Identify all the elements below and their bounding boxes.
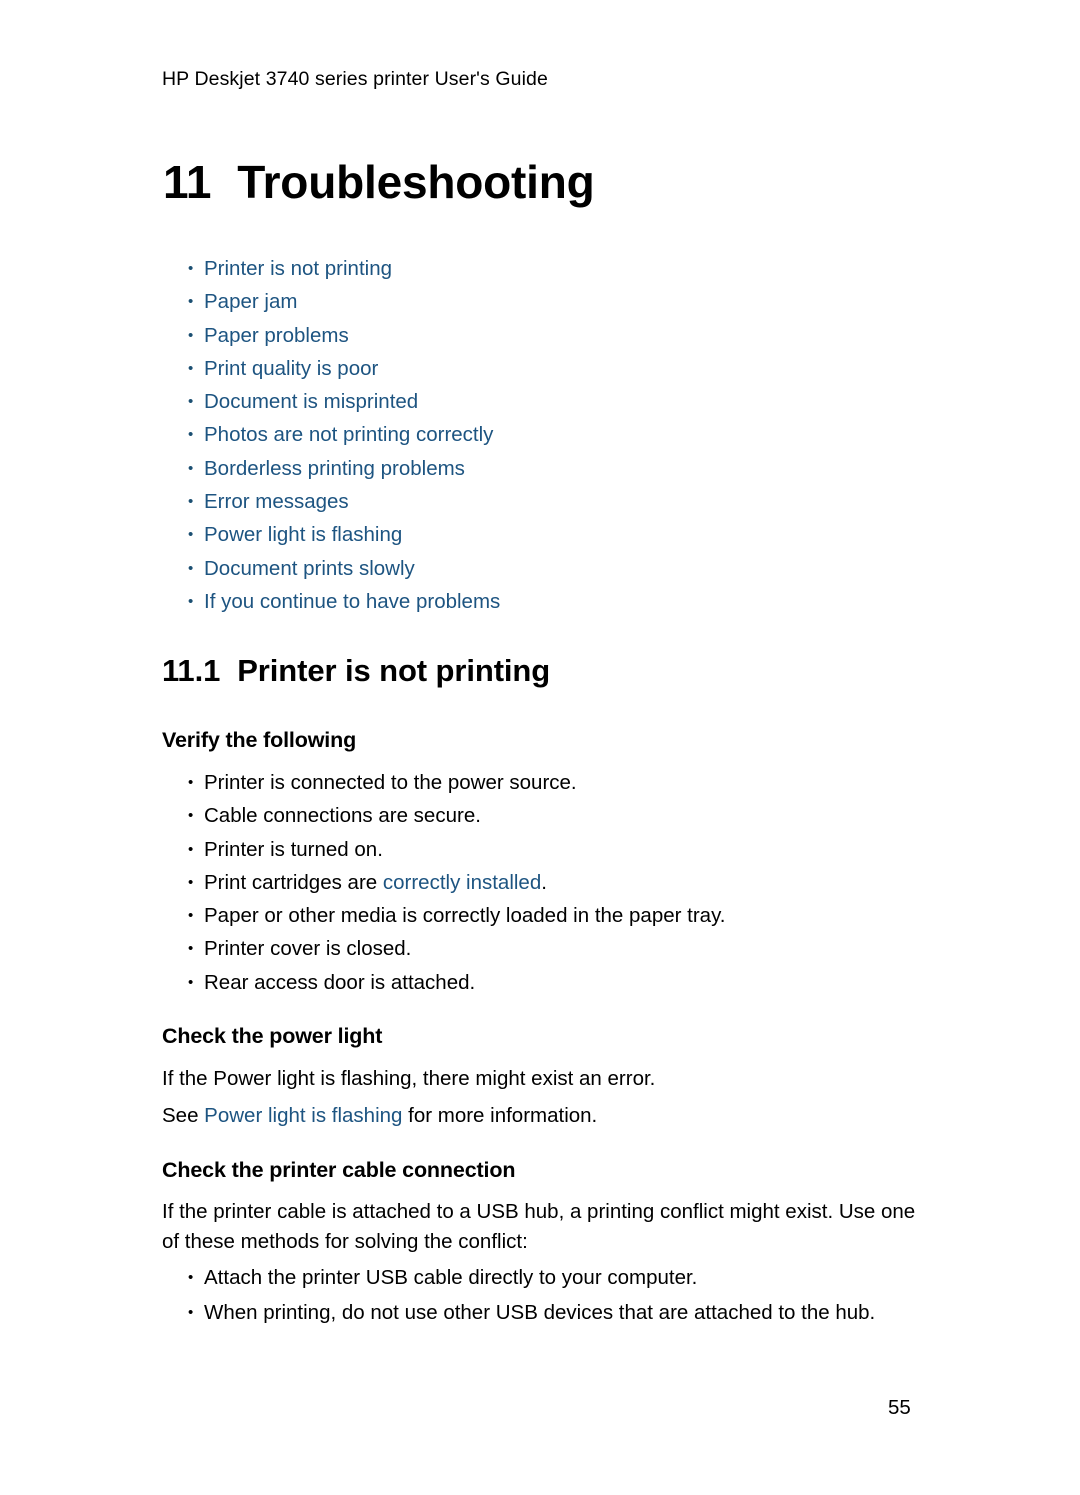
toc-link-document-is-misprinted[interactable]: Document is misprinted [204,390,418,413]
list-item-text: Printer is turned on. [204,837,383,861]
list-item[interactable]: Borderless printing problems [188,452,500,486]
document-page: HP Deskjet 3740 series printer User's Gu… [0,0,1080,1495]
inline-link-power-light-is-flashing[interactable]: Power light is flashing [204,1104,402,1127]
subheading-check-the-power-light: Check the power light [162,1024,383,1048]
toc-link-printer-is-not-printing[interactable]: Printer is not printing [204,257,392,280]
subheading-check-the-printer-cable-connection: Check the printer cable connection [162,1158,516,1182]
list-item-text: Attach the printer USB cable directly to… [204,1266,698,1289]
list-item-text: Cable connections are secure. [204,804,481,828]
cable-conflict-methods-list: Attach the printer USB cable directly to… [188,1260,875,1330]
toc-link-print-quality-is-poor[interactable]: Print quality is poor [204,357,378,380]
toc-link-if-you-continue-to-have-problems[interactable]: If you continue to have problems [204,590,500,613]
page-number: 55 [888,1396,911,1419]
list-item[interactable]: Document prints slowly [188,552,500,586]
list-item[interactable]: Print quality is poor [188,352,500,386]
subheading-verify-the-following: Verify the following [162,728,357,752]
chapter-title-text: Troubleshooting [237,156,595,208]
inline-link-correctly-installed[interactable]: correctly installed [383,871,541,894]
paragraph-prefix: See [162,1104,205,1127]
verify-checklist: Printer is connected to the power source… [188,766,726,999]
chapter-toc-list: Printer is not printing Paper jam Paper … [188,252,500,619]
list-item[interactable]: Print cartridges are correctly installed… [188,866,726,900]
list-item: When printing, do not use other USB devi… [188,1295,875,1330]
list-item: Cable connections are secure. [188,799,726,833]
list-item[interactable]: Printer is not printing [188,252,500,286]
list-item-text: Paper or other media is correctly loaded… [204,904,726,928]
list-item: Printer is connected to the power source… [188,766,726,800]
chapter-number: 11 [163,156,212,208]
list-item: Rear access door is attached. [188,966,726,1000]
paragraph-usb-hub-conflict: If the printer cable is attached to a US… [162,1200,916,1253]
chapter-title: 11 Troubleshooting [163,155,595,209]
list-item-text-suffix: . [541,870,547,894]
running-header: HP Deskjet 3740 series printer User's Gu… [162,68,548,90]
list-item-text: When printing, do not use other USB devi… [204,1301,876,1324]
list-item[interactable]: If you continue to have problems [188,585,500,619]
section-title-text: Printer is not printing [237,653,551,688]
list-item-text: Printer is connected to the power source… [204,771,577,794]
toc-link-borderless-printing-problems[interactable]: Borderless printing problems [204,457,465,480]
toc-link-photos-are-not-printing-correctly[interactable]: Photos are not printing correctly [204,423,493,446]
section-heading: 11.1 Printer is not printing [162,653,550,689]
list-item[interactable]: Paper jam [188,285,500,319]
paragraph-power-light-reference: See Power light is flashing for more inf… [162,1101,597,1131]
paragraph-power-light-error: If the Power light is flashing, there mi… [162,1067,656,1090]
list-item: Printer is turned on. [188,833,726,867]
list-item[interactable]: Document is misprinted [188,385,500,419]
list-item: Paper or other media is correctly loaded… [188,899,726,933]
toc-link-power-light-is-flashing[interactable]: Power light is flashing [204,523,402,546]
list-item-text: Rear access door is attached. [204,970,476,994]
list-item[interactable]: Paper problems [188,319,500,353]
list-item[interactable]: Error messages [188,485,500,519]
toc-link-paper-problems[interactable]: Paper problems [204,324,349,347]
toc-link-error-messages[interactable]: Error messages [204,490,349,513]
list-item[interactable]: Power light is flashing [188,518,500,552]
list-item: Printer cover is closed. [188,932,726,966]
list-item-text: Printer cover is closed. [204,937,412,961]
paragraph-suffix: for more information. [402,1104,598,1127]
section-number: 11.1 [162,653,221,688]
list-item: Attach the printer USB cable directly to… [188,1260,875,1295]
toc-link-paper-jam[interactable]: Paper jam [204,290,297,313]
list-item[interactable]: Photos are not printing correctly [188,418,500,452]
list-item-text-prefix: Print cartridges are [204,870,383,894]
toc-link-document-prints-slowly[interactable]: Document prints slowly [204,557,415,580]
